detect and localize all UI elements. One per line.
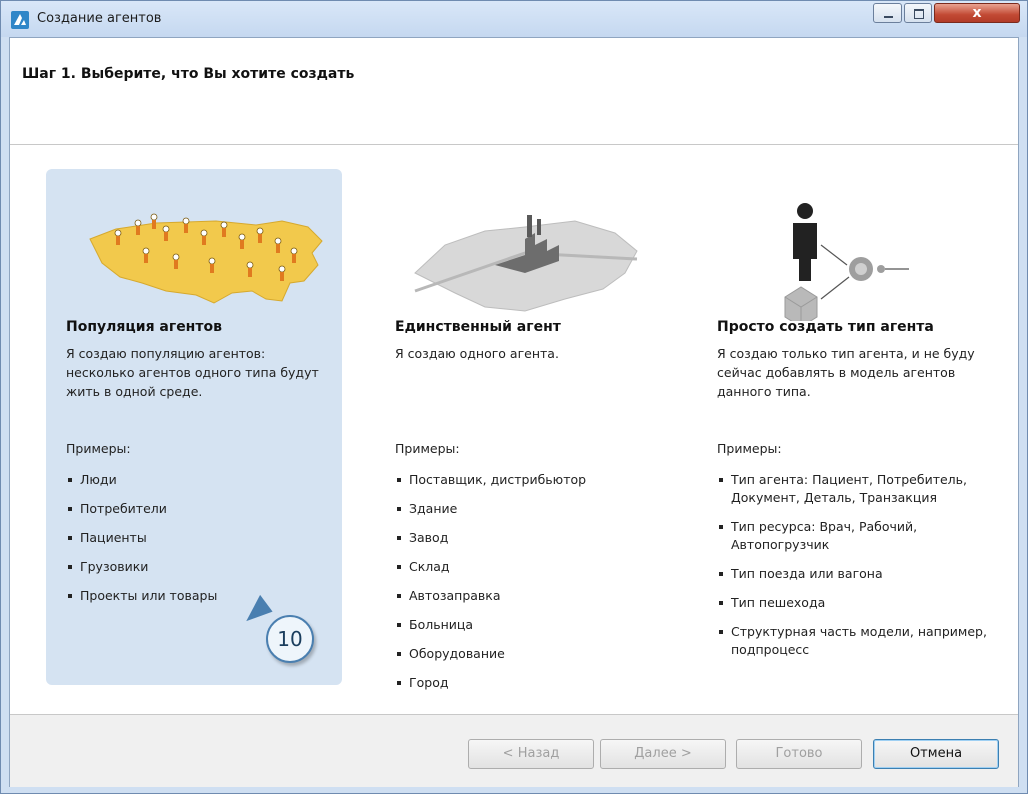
options-panel: Популяция агентов Я создаю популяцию аге… bbox=[10, 145, 1018, 707]
list-item: Пациенты bbox=[66, 529, 336, 547]
maximize-button[interactable] bbox=[904, 3, 932, 23]
option-card-single-agent[interactable]: Единственный агент Я создаю одного агент… bbox=[375, 169, 671, 690]
card-title: Популяция агентов bbox=[66, 319, 222, 335]
list-item: Тип поезда или вагона bbox=[717, 565, 987, 583]
examples-list: Люди Потребители Пациенты Грузовики Прое… bbox=[66, 471, 336, 616]
card-description: Я создаю одного агента. bbox=[395, 346, 559, 361]
list-item: Оборудование bbox=[395, 645, 665, 663]
dialog-window: Создание агентов x Шаг 1. Выберите, что … bbox=[0, 0, 1028, 794]
examples-list: Поставщик, дистрибьютор Здание Завод Скл… bbox=[395, 471, 665, 703]
option-card-population[interactable]: Популяция агентов Я создаю популяцию аге… bbox=[46, 169, 342, 685]
card-title: Единственный агент bbox=[395, 319, 561, 335]
cancel-button[interactable]: Отмена bbox=[873, 739, 999, 769]
title-bar[interactable]: Создание агентов x bbox=[1, 1, 1027, 37]
list-item: Здание bbox=[395, 500, 665, 518]
close-button[interactable]: x bbox=[934, 3, 1020, 23]
callout-number-badge: 10 bbox=[266, 615, 314, 663]
examples-list: Тип агента: Пациент, Потребитель, Докуме… bbox=[717, 471, 987, 670]
step-title: Шаг 1. Выберите, что Вы хотите создать bbox=[22, 66, 355, 82]
examples-label: Примеры: bbox=[395, 441, 460, 456]
agent-type-illustration bbox=[784, 203, 909, 321]
list-item: Потребители bbox=[66, 500, 336, 518]
back-button[interactable]: < Назад bbox=[468, 739, 594, 769]
card-description: Я создаю популяцию агентов: несколько аг… bbox=[66, 346, 319, 399]
window-title: Создание агентов bbox=[37, 11, 162, 26]
factory-map-illustration bbox=[414, 215, 638, 312]
list-item: Люди bbox=[66, 471, 336, 489]
list-item: Больница bbox=[395, 616, 665, 634]
minimize-button[interactable] bbox=[873, 3, 902, 23]
list-item: Завод bbox=[395, 529, 665, 547]
list-item: Склад bbox=[395, 558, 665, 576]
next-button[interactable]: Далее > bbox=[600, 739, 726, 769]
finish-button[interactable]: Готово bbox=[736, 739, 862, 769]
list-item: Автозаправка bbox=[395, 587, 665, 605]
list-item: Город bbox=[395, 674, 665, 692]
examples-label: Примеры: bbox=[717, 441, 782, 456]
list-item: Проекты или товары bbox=[66, 587, 336, 605]
examples-label: Примеры: bbox=[66, 441, 131, 456]
list-item: Структурная часть модели, например, подп… bbox=[717, 623, 987, 659]
wizard-footer: < Назад Далее > Готово Отмена bbox=[10, 714, 1018, 787]
dialog-client-area: Шаг 1. Выберите, что Вы хотите создать П… bbox=[9, 37, 1019, 787]
map-people-illustration bbox=[89, 213, 323, 304]
list-item: Грузовики bbox=[66, 558, 336, 576]
app-logo-icon bbox=[11, 11, 29, 29]
list-item: Тип ресурса: Врач, Рабочий, Автопогрузчи… bbox=[717, 518, 987, 554]
list-item: Тип пешехода bbox=[717, 594, 987, 612]
option-card-agent-type[interactable]: Просто создать тип агента Я создаю тольк… bbox=[697, 169, 993, 685]
close-icon: x bbox=[972, 5, 982, 21]
list-item: Тип агента: Пациент, Потребитель, Докуме… bbox=[717, 471, 987, 507]
card-description: Я создаю только тип агента, и не буду се… bbox=[717, 346, 975, 399]
card-title: Просто создать тип агента bbox=[717, 319, 934, 335]
list-item: Поставщик, дистрибьютор bbox=[395, 471, 665, 489]
wizard-header: Шаг 1. Выберите, что Вы хотите создать bbox=[10, 38, 1018, 145]
